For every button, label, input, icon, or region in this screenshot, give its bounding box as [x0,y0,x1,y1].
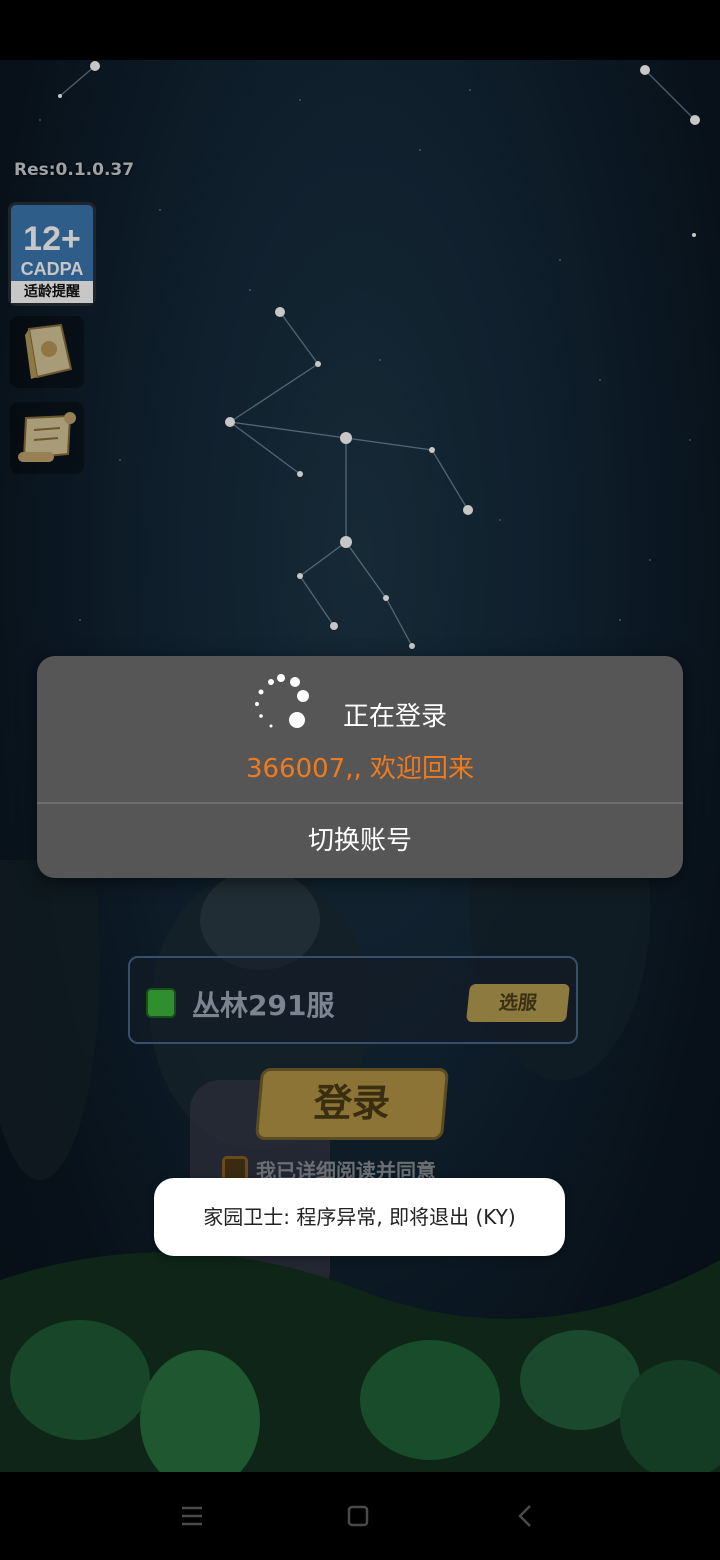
switch-account-button[interactable]: 切换账号 [37,804,683,878]
error-toast: 家园卫士: 程序异常, 即将退出 (KY) [154,1178,565,1256]
login-button[interactable]: 登录 [254,1068,450,1140]
select-server-button[interactable]: 选服 [466,984,570,1022]
status-bar [0,0,720,60]
dialog-title: 正在登录 [343,702,448,732]
welcome-message: 366007,, 欢迎回来 [245,754,475,784]
server-selector[interactable]: 丛林291服 选服 [128,956,578,1044]
menu-icon[interactable] [172,1496,212,1536]
loading-spinner-icon [255,674,309,728]
back-icon[interactable] [506,1496,546,1536]
server-status-indicator [146,988,176,1018]
login-dialog: 正在登录 366007,, 欢迎回来 切换账号 [37,656,683,878]
navigation-bar [0,1472,720,1560]
home-icon[interactable] [338,1496,378,1536]
server-name: 丛林291服 [192,989,335,1022]
